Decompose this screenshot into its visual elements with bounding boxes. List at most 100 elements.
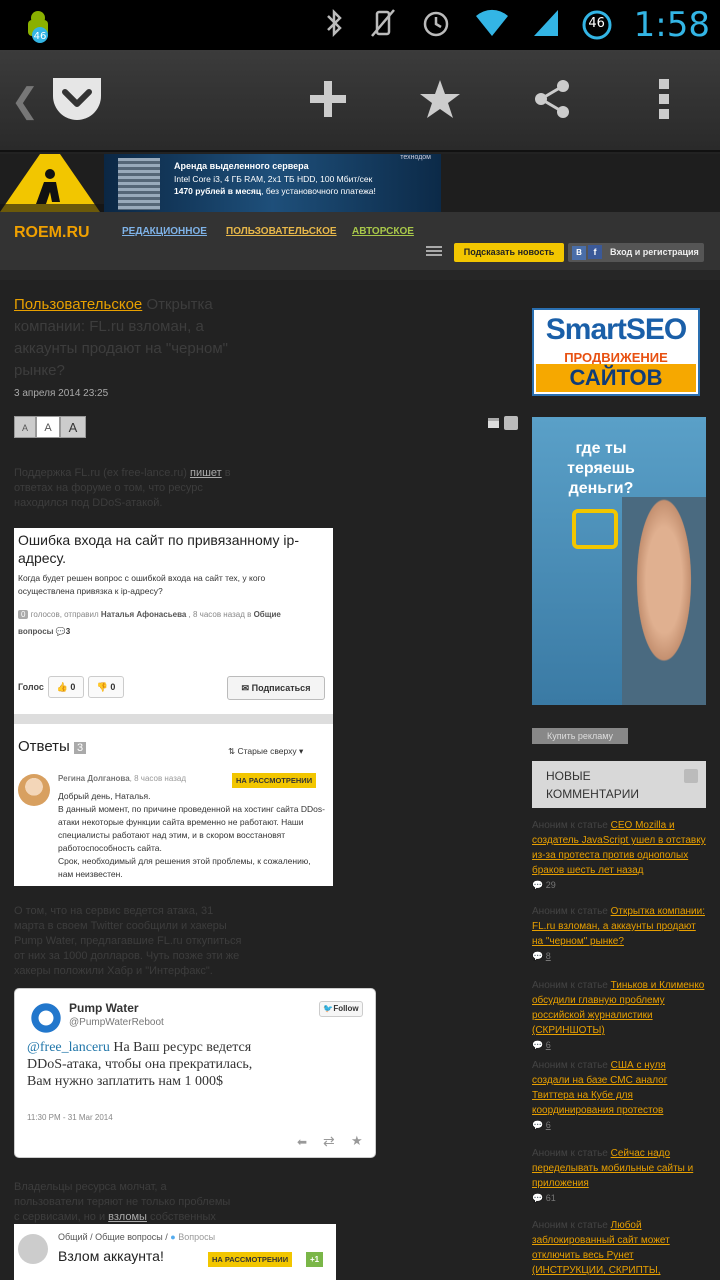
reply-icon[interactable]: ⬅	[297, 1135, 307, 1149]
comment-item: Аноним к статье Любой заблокированный са…	[532, 1218, 706, 1280]
crumb2[interactable]: Общие вопросы	[95, 1232, 163, 1242]
login-button[interactable]: Вf Вход и регистрация	[568, 243, 704, 262]
ad-line3-rest: , без установочного платежа!	[261, 186, 376, 196]
tweet-mention[interactable]: @free_lanceru	[27, 1040, 110, 1055]
help-icon: ●	[170, 1232, 176, 1242]
article-category[interactable]: Пользовательское	[14, 296, 142, 313]
favorite-button[interactable]	[400, 50, 480, 152]
vote-down-button[interactable]: 👎 0	[88, 676, 124, 698]
card2-plus: +1	[306, 1252, 324, 1267]
share-button[interactable]	[512, 50, 592, 152]
suggest-news-button[interactable]: Подсказать новость	[454, 243, 564, 262]
buy-ad-button[interactable]: Купить рекламу	[532, 728, 628, 744]
comment-count[interactable]: 6	[546, 1040, 551, 1050]
para3-link[interactable]: взломы	[108, 1211, 147, 1223]
favorite-tweet-icon[interactable]: ★	[351, 1133, 363, 1149]
tweet-embed: Pump Water @PumpWaterReboot 🐦Follow @fre…	[14, 988, 376, 1158]
home-up-button[interactable]: ❮	[8, 50, 108, 152]
web-content[interactable]: технодом Аренда выделенного сервера Inte…	[0, 154, 720, 1280]
comment-prefix: к статье	[567, 1220, 611, 1231]
comment-icon: 💬	[55, 627, 66, 636]
status-bar: 46 46 1:58	[0, 0, 720, 50]
answers-count: 3	[74, 742, 87, 754]
comment-author: Аноним	[532, 1060, 568, 1071]
alarm-icon	[420, 7, 452, 44]
pocket-logo-icon	[49, 74, 105, 129]
reply-time: , 8 часов назад	[129, 774, 186, 783]
article-date: 3 апреля 2014 23:25	[14, 388, 109, 399]
comment-item: Аноним к статье CEO Mozilla и создатель …	[532, 818, 706, 893]
roadwork-logo-icon[interactable]	[0, 154, 104, 212]
retweet-icon[interactable]: ⇄	[323, 1133, 335, 1150]
nav-editorial[interactable]: РЕДАКЦИОННОЕ	[122, 226, 207, 237]
comment-author: Аноним	[532, 1148, 568, 1159]
answers-label: Ответы	[18, 738, 70, 755]
comment-count[interactable]: 8	[546, 951, 551, 961]
para2: О том, что на сервис ведется атака, 31 м…	[14, 905, 242, 977]
crumb1[interactable]: Общий	[58, 1232, 88, 1242]
vote-up-button[interactable]: 👍 0	[48, 676, 84, 698]
comment-prefix: к статье	[567, 906, 611, 917]
reply-status-badge: НА РАССМОТРЕНИИ	[232, 773, 317, 788]
card-divider	[14, 714, 333, 724]
rss-icon[interactable]	[504, 416, 518, 430]
reply-author[interactable]: Регина Долганова	[58, 774, 130, 783]
comment-count[interactable]: 6	[546, 1120, 551, 1130]
nav-author[interactable]: АВТОРСКОЕ	[352, 226, 414, 237]
top-banner: технодом Аренда выделенного сервера Inte…	[0, 154, 720, 212]
comment-prefix: к статье	[567, 1148, 611, 1159]
comment-count: 3	[65, 627, 71, 636]
vote-down-count: 0	[110, 682, 116, 692]
ad-line2: Intel Core i3, 4 ГБ RAM, 2x1 ТБ HDD, 100…	[174, 174, 373, 184]
subscribe-label: Подписаться	[251, 683, 311, 693]
follow-button[interactable]: 🐦Follow	[319, 1001, 363, 1017]
tweet-name[interactable]: Pump Water	[69, 1001, 139, 1015]
sort-dropdown[interactable]: ⇅ Старые сверху ▾	[228, 746, 303, 757]
crumb3[interactable]: Вопросы	[178, 1232, 215, 1242]
print-icon[interactable]	[488, 418, 499, 428]
forum-screenshot: Ошибка входа на сайт по привязанному ip-…	[14, 528, 333, 886]
comment-item: Аноним к статье США с нуля создали на ба…	[532, 1058, 706, 1133]
card2-avatar	[18, 1234, 48, 1264]
comment-count-icon: 💬	[532, 1120, 544, 1130]
ad1-line1: SmartSEO	[545, 313, 687, 346]
ad-brand: технодом	[400, 154, 431, 161]
font-medium-button[interactable]: A	[36, 416, 60, 438]
comment-item: Аноним к статье Открытка компании: FL.ru…	[532, 904, 706, 964]
overflow-menu-button[interactable]	[624, 50, 704, 152]
add-button[interactable]	[288, 50, 368, 152]
money-ad[interactable]: где ты теряешь деньги?	[532, 417, 706, 705]
comment-prefix: к статье	[567, 1060, 611, 1071]
action-bar: ❮	[0, 50, 720, 152]
server-ad-banner[interactable]: технодом Аренда выделенного сервера Inte…	[104, 154, 441, 212]
card2-title: Взлом аккаунта!	[58, 1248, 164, 1264]
signal-icon	[532, 8, 560, 43]
meta-b: , 8 часов назад в	[186, 610, 254, 619]
comment-prefix: к статье	[567, 980, 611, 991]
android-notification-icon: 46	[20, 8, 56, 44]
comment-count-icon: 💬	[532, 880, 544, 890]
vibrate-off-icon	[368, 8, 398, 43]
site-logo[interactable]: ROEM.RU	[14, 224, 90, 242]
ad1-line2: ПРОДВИЖЕНИЕ	[564, 350, 668, 365]
tweet-handle[interactable]: @PumpWaterReboot	[69, 1017, 164, 1028]
share-icon	[532, 79, 572, 124]
vote-label: Голос	[18, 682, 44, 692]
subscribe-button[interactable]: ✉ Подписаться	[227, 676, 325, 700]
battery-icon: 46	[582, 10, 612, 40]
para1-link[interactable]: пишет	[190, 467, 222, 479]
smartseo-ad[interactable]: SmartSEO ПРОДВИЖЕНИЕ САЙТОВ	[532, 308, 700, 396]
reply-text: Добрый день, Наталья. В данный момент, п…	[58, 791, 325, 879]
tweet-time[interactable]: 11:30 PM - 31 Mar 2014	[27, 1113, 113, 1122]
question-author[interactable]: Наталья Афонасьева	[101, 610, 186, 619]
comment-count: 61	[545, 1193, 556, 1203]
nav-user[interactable]: ПОЛЬЗОВАТЕЛЬСКОЕ	[226, 226, 337, 237]
font-small-button[interactable]: A	[14, 416, 36, 438]
comments-rss-icon[interactable]	[684, 769, 698, 783]
facebook-icon: f	[588, 245, 602, 259]
meta-a: голосов, отправил	[28, 610, 101, 619]
list-view-icon[interactable]	[426, 246, 442, 258]
forum-screenshot-2: Общий / Общие вопросы / ● Вопросы Взлом …	[14, 1224, 336, 1280]
wallet-icon	[572, 509, 618, 549]
font-large-button[interactable]: A	[60, 416, 86, 438]
